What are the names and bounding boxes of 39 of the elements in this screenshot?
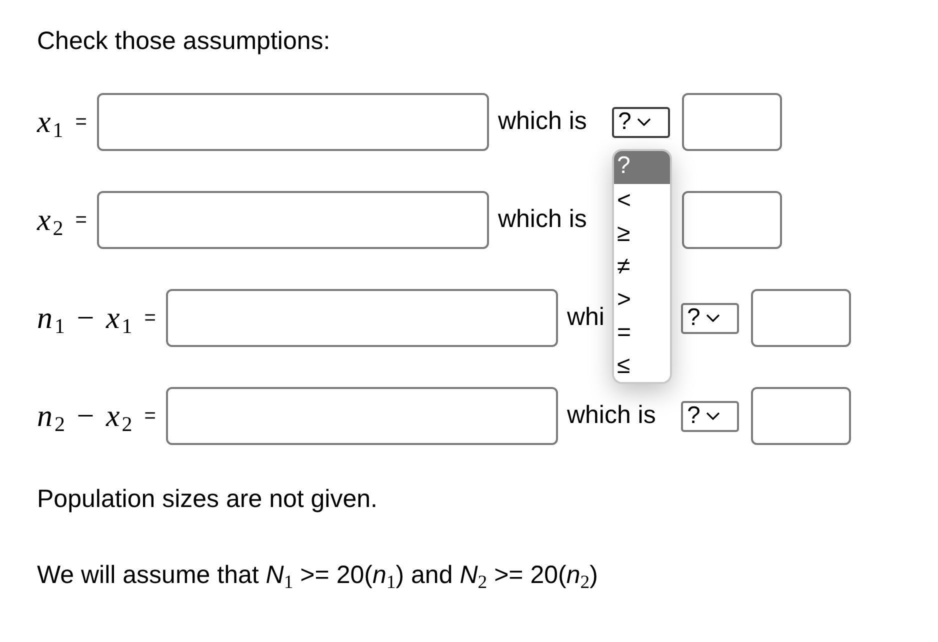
chevron-icon: [706, 314, 720, 322]
dropdown-value: ?: [686, 404, 700, 428]
dropdown-option[interactable]: ≠: [614, 250, 670, 282]
comparison-label: which is: [566, 400, 656, 432]
chevron-icon: [706, 412, 720, 420]
answer-field[interactable]: [96, 93, 489, 151]
answer-field[interactable]: [96, 191, 489, 249]
relation-dropdown[interactable]: ?: [680, 400, 739, 432]
value-field[interactable]: [682, 191, 782, 249]
equals-sign: =: [144, 306, 156, 331]
math-label: n$_{2}$ − x$_{2}$: [37, 396, 134, 438]
comparison-label: which is: [498, 204, 587, 236]
dropdown-value: ?: [686, 306, 700, 330]
value-field[interactable]: [750, 289, 851, 347]
dropdown-option[interactable]: ≥: [614, 216, 670, 250]
math-label: x$_{1}$: [37, 102, 66, 144]
math-label: n$_{1}$ − x$_{1}$: [37, 298, 134, 340]
math-label: x$_{2}$: [37, 200, 66, 242]
relation-dropdown[interactable]: ?: [680, 302, 739, 334]
chevron-icon: [637, 118, 652, 126]
dropdown-option[interactable]: ≤: [614, 348, 670, 382]
comparison-label: which is: [498, 106, 587, 138]
dropdown-option[interactable]: <: [614, 184, 670, 216]
equals-sign: =: [75, 110, 87, 135]
answer-field[interactable]: [166, 387, 558, 445]
comparison-label: whi: [566, 302, 604, 334]
equals-sign: =: [144, 404, 156, 429]
relation-dropdown[interactable]: ?: [612, 106, 670, 138]
note-text: Population sizes are not given.: [37, 484, 378, 515]
value-field[interactable]: [682, 93, 782, 151]
equals-sign: =: [75, 208, 87, 233]
dropdown-value: ?: [618, 110, 632, 134]
value-field[interactable]: [750, 387, 851, 445]
answer-field[interactable]: [166, 289, 558, 347]
dropdown-option[interactable]: >: [614, 282, 670, 316]
dropdown-option[interactable]: ?: [614, 150, 670, 184]
assumption-text: We will assume that N$_{1}$ >= 20(n$_{1}$) and N$_{2}$ >= 20(n$_{2}$): [37, 560, 598, 593]
heading: Check those assumptions:: [37, 26, 330, 57]
dropdown-option[interactable]: =: [614, 316, 670, 348]
